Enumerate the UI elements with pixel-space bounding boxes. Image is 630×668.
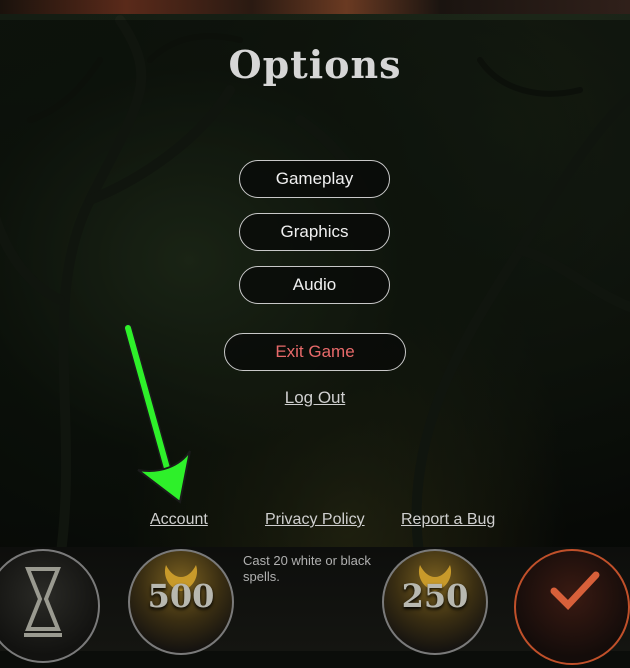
exit-game-button[interactable]: Exit Game xyxy=(224,333,406,371)
reward-badge-250: 250 xyxy=(382,549,488,655)
privacy-policy-link[interactable]: Privacy Policy xyxy=(265,511,365,529)
reward-value-500: 500 xyxy=(147,577,215,615)
log-out-link[interactable]: Log Out xyxy=(0,388,630,408)
checkmark-icon xyxy=(550,571,600,611)
reward-badge-500: 500 xyxy=(128,549,234,655)
bottom-quest-bar: 500 Cast 20 white or black spells. 250 xyxy=(0,547,630,665)
options-title: Options xyxy=(228,42,402,87)
reward-value-250: 250 xyxy=(401,577,469,615)
hourglass-icon xyxy=(24,567,62,637)
gameplay-button[interactable]: Gameplay xyxy=(239,160,390,198)
quest-complete-badge xyxy=(514,549,630,665)
report-bug-link[interactable]: Report a Bug xyxy=(401,511,495,529)
quest-description: Cast 20 white or black spells. xyxy=(243,553,371,584)
hourglass-badge xyxy=(0,549,100,663)
graphics-button[interactable]: Graphics xyxy=(239,213,390,251)
audio-button[interactable]: Audio xyxy=(239,266,390,304)
log-out-label[interactable]: Log Out xyxy=(285,388,346,407)
account-link[interactable]: Account xyxy=(150,511,208,529)
